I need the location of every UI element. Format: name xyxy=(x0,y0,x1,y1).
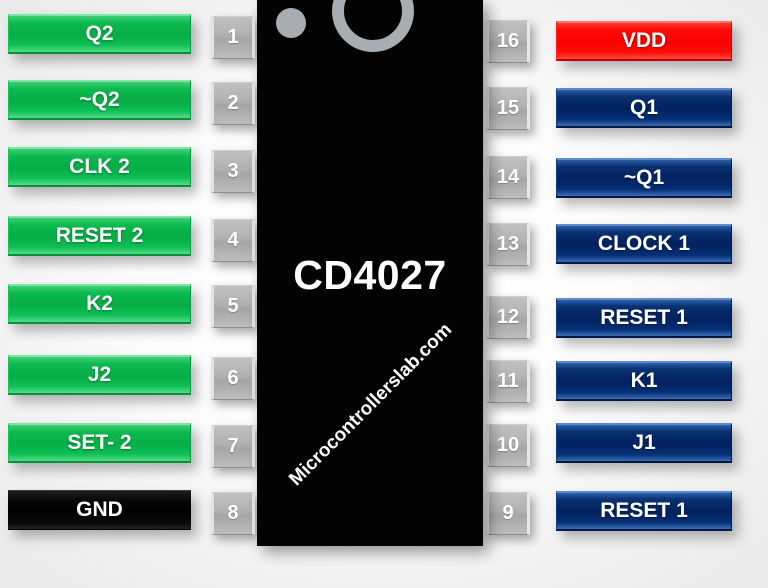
pin-label-j1[interactable]: J1 xyxy=(556,423,732,463)
pin-number: 5 xyxy=(227,295,239,317)
pin-label-vdd[interactable]: VDD xyxy=(556,21,732,61)
pin-label-text: Q1 xyxy=(629,96,658,119)
pin-label-text: K2 xyxy=(86,292,113,315)
pin-number: 10 xyxy=(496,434,520,456)
pin-label-k1[interactable]: K1 xyxy=(556,361,732,401)
pin-tab-6[interactable]: 6 xyxy=(211,357,255,400)
pin-label-text: ~Q2 xyxy=(79,88,120,111)
pin-label-j2[interactable]: J2 xyxy=(8,355,191,395)
pin-label-gnd[interactable]: GND xyxy=(8,490,191,530)
pin-number: 15 xyxy=(496,97,520,119)
pin-label-text: CLOCK 1 xyxy=(597,232,691,255)
pin-label-clock1[interactable]: CLOCK 1 xyxy=(556,224,732,264)
pin-label-text: Q2 xyxy=(85,22,114,45)
pin-number: 9 xyxy=(502,502,514,524)
pin1-dot-icon xyxy=(276,8,306,38)
pin-number: 11 xyxy=(497,370,519,392)
pin-tab-12[interactable]: 12 xyxy=(486,296,530,339)
pin-label-text: J2 xyxy=(87,363,112,386)
pin-label-text: ~Q1 xyxy=(623,166,665,189)
pin-tab-4[interactable]: 4 xyxy=(211,219,255,262)
pin-label-reset1-pin9[interactable]: RESET 1 xyxy=(556,491,732,531)
pin-label-nq2[interactable]: ~Q2 xyxy=(8,80,191,120)
pin-tab-7[interactable]: 7 xyxy=(211,425,255,468)
pin-label-q1[interactable]: Q1 xyxy=(556,88,732,128)
pin-number: 16 xyxy=(496,30,520,52)
pin-label-clk2[interactable]: CLK 2 xyxy=(8,147,191,187)
pin-tab-5[interactable]: 5 xyxy=(211,285,255,328)
chip-body: CD4027 Microcontrollerslab.com xyxy=(257,0,483,546)
pin-label-q2[interactable]: Q2 xyxy=(8,14,191,54)
pin-label-reset1[interactable]: RESET 1 xyxy=(556,298,732,338)
pin-label-reset2[interactable]: RESET 2 xyxy=(8,216,191,256)
pin-label-nq1[interactable]: ~Q1 xyxy=(556,158,732,198)
pin-number: 3 xyxy=(227,160,239,182)
pin-tab-11[interactable]: 11 xyxy=(486,360,530,403)
pin-label-set2[interactable]: SET- 2 xyxy=(8,423,191,463)
pin-tab-2[interactable]: 2 xyxy=(211,82,255,125)
pin-label-text: SET- 2 xyxy=(67,431,132,454)
pin-number: 8 xyxy=(227,502,239,524)
pin-tab-1[interactable]: 1 xyxy=(211,16,255,59)
pin-number: 2 xyxy=(227,92,239,114)
pin-label-text: J1 xyxy=(632,431,656,454)
pin-tab-10[interactable]: 10 xyxy=(486,424,530,467)
pin-label-text: CLK 2 xyxy=(69,155,130,178)
pin-label-text: RESET 2 xyxy=(55,224,144,247)
pin-tab-14[interactable]: 14 xyxy=(486,156,530,199)
pin-number: 13 xyxy=(496,233,520,255)
chip-part-number: CD4027 xyxy=(293,252,447,298)
pin-tab-9[interactable]: 9 xyxy=(486,492,530,535)
pin-number: 6 xyxy=(227,367,239,389)
pin-tab-15[interactable]: 15 xyxy=(486,87,530,130)
semicircle-notch-icon xyxy=(332,0,414,52)
pin-number: 1 xyxy=(227,26,239,48)
pin-label-text: GND xyxy=(76,498,123,521)
cd4027-pinout-diagram: CD4027 Microcontrollerslab.com Q2 ~Q2 CL… xyxy=(0,0,768,588)
pin-label-text: RESET 1 xyxy=(600,499,688,522)
chip-watermark: Microcontrollerslab.com xyxy=(285,319,457,491)
pin-tab-16[interactable]: 16 xyxy=(486,20,530,63)
pin-tab-13[interactable]: 13 xyxy=(486,223,530,266)
pin-number: 4 xyxy=(227,229,239,251)
pin-label-text: K1 xyxy=(630,369,658,392)
pin-label-text: VDD xyxy=(621,29,667,52)
pin-number: 12 xyxy=(496,306,520,328)
pin-tab-8[interactable]: 8 xyxy=(211,492,255,535)
pin-number: 14 xyxy=(496,166,520,188)
pin-label-k2[interactable]: K2 xyxy=(8,284,191,324)
pin-number: 7 xyxy=(227,435,239,457)
pin-label-text: RESET 1 xyxy=(600,306,688,329)
pin-tab-3[interactable]: 3 xyxy=(211,150,255,193)
